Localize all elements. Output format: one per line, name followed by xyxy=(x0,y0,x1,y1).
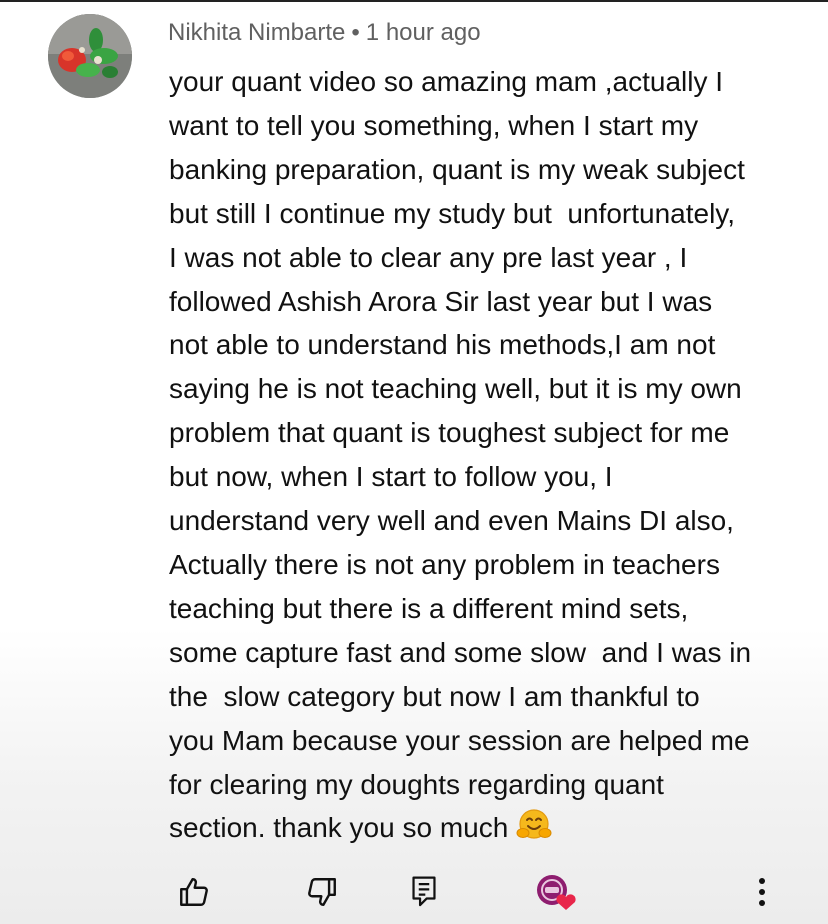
comment-line: your quant video so amazing mam ,actuall… xyxy=(169,66,724,97)
comment-line: followed Ashish Arora Sir last year but … xyxy=(169,285,713,317)
more-options-button[interactable] xyxy=(742,874,782,914)
comment-line: saying he is not teaching well, but it i… xyxy=(169,373,742,405)
comment-line: for clearing my doughts regarding quant xyxy=(169,768,664,800)
comment-timestamp[interactable]: 1 hour ago xyxy=(366,19,481,46)
author-name[interactable]: Nikhita Nimbarte xyxy=(168,19,345,46)
comment-line: Actually there is not any problem in tea… xyxy=(169,548,720,580)
reply-button[interactable] xyxy=(404,874,444,914)
thumbs-down-icon xyxy=(305,875,339,914)
comment-line: problem that quant is toughest subject f… xyxy=(169,417,730,449)
comment-line: but now, when I start to follow you, I xyxy=(169,461,613,493)
comment-line-last: section. thank you so much xyxy=(169,806,819,854)
comment-action-bar xyxy=(0,860,828,920)
creator-heart-icon xyxy=(532,872,582,917)
like-button[interactable] xyxy=(174,874,214,914)
avatar-image xyxy=(48,14,132,98)
more-vertical-icon xyxy=(757,876,767,913)
meta-separator: • xyxy=(351,19,360,46)
comment-line: teaching but there is a different mind s… xyxy=(169,592,689,624)
comment-line: you Mam because your session are helped … xyxy=(169,724,750,756)
comment-line: I was not able to clear any pre last yea… xyxy=(169,241,688,273)
top-divider xyxy=(0,0,828,2)
comment-line: not able to understand his methods,I am … xyxy=(169,329,716,361)
comment-meta: Nikhita Nimbarte • 1 hour ago xyxy=(168,16,481,50)
comment-line: some capture fast and some slow and I wa… xyxy=(169,636,752,668)
comment-line-text: section. thank you so much xyxy=(169,812,509,844)
comment-text: your quant video so amazing mam ,actuall… xyxy=(169,60,819,854)
dislike-button[interactable] xyxy=(302,874,342,914)
comment-line: understand very well and even Mains DI a… xyxy=(169,505,734,537)
creator-heart-button[interactable] xyxy=(532,874,582,914)
thumbs-up-icon xyxy=(177,875,211,914)
author-avatar[interactable] xyxy=(48,14,132,98)
comment-line: want to tell you something, when I start… xyxy=(169,109,699,141)
comment-line: but still I continue my study but unfort… xyxy=(169,197,736,229)
comment-line: banking preparation, quant is my weak su… xyxy=(169,153,745,185)
hugging-face-emoji-icon xyxy=(516,809,552,854)
comment-reply-icon xyxy=(409,875,439,914)
comment-line: the slow category but now I am thankful … xyxy=(169,680,700,712)
